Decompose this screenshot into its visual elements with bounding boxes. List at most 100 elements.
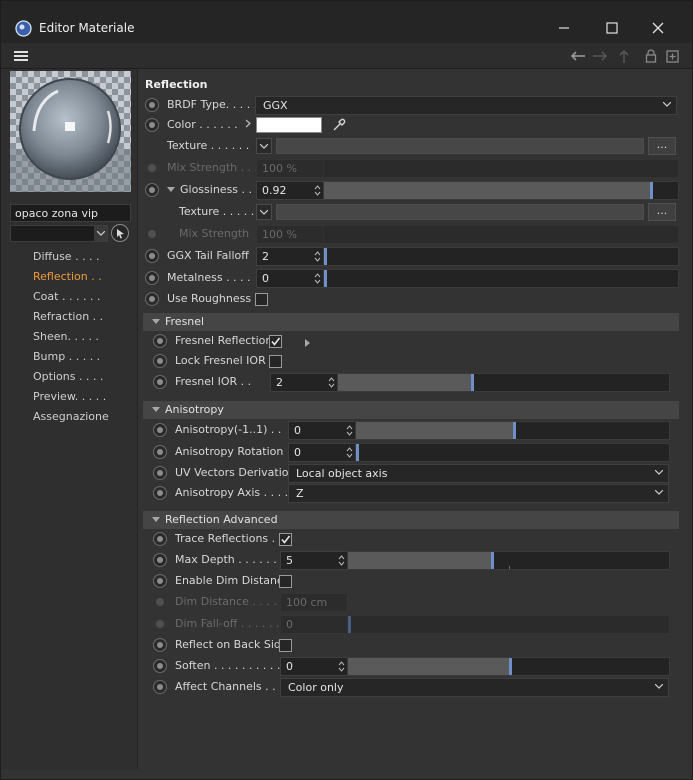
fresnel-ior-slider[interactable] [337, 373, 670, 392]
dim-falloff-slider-knob[interactable] [348, 616, 351, 633]
mix-strength-field[interactable]: 100 % [256, 159, 324, 178]
max-depth-slider[interactable] [347, 551, 670, 570]
animate-radio[interactable] [153, 659, 167, 673]
gloss-texture-menu-button[interactable] [256, 204, 272, 220]
anisotropy-slider-knob[interactable] [513, 422, 516, 439]
dim-falloff-slider[interactable] [347, 615, 670, 634]
anisotropy-slider[interactable] [355, 421, 670, 440]
glossiness-slider[interactable] [323, 181, 679, 200]
animate-radio[interactable] [153, 638, 167, 652]
animate-radio[interactable] [145, 118, 159, 132]
mix-strength-slider[interactable] [323, 159, 679, 178]
nav-item-options[interactable]: Options . . . . [33, 367, 109, 387]
animate-radio[interactable] [148, 230, 156, 238]
anisotropy-field[interactable]: 0 [288, 421, 356, 440]
trace-reflections-checkbox[interactable] [279, 533, 292, 546]
animate-radio[interactable] [145, 292, 159, 306]
color-swatch[interactable] [256, 117, 322, 133]
animate-radio[interactable] [145, 98, 159, 112]
fresnel-ior-field[interactable]: 2 [270, 373, 338, 392]
ggx-field[interactable]: 2 [256, 247, 324, 266]
lock-icon[interactable] [642, 47, 660, 65]
animate-radio[interactable] [153, 466, 167, 480]
nav-item-reflection[interactable]: Reflection . . [33, 267, 109, 287]
dim-distance-field[interactable]: 100 cm [280, 593, 348, 612]
animate-radio[interactable] [145, 183, 159, 197]
brdf-dropdown[interactable]: GGX [255, 96, 677, 115]
material-name-field[interactable]: opaco zona vip [10, 204, 131, 222]
forward-arrow-icon[interactable] [591, 47, 609, 65]
animate-radio[interactable] [153, 375, 167, 389]
animate-radio[interactable] [153, 680, 167, 694]
max-depth-field[interactable]: 5 [280, 551, 348, 570]
spinner-arrows-icon[interactable] [346, 424, 353, 437]
anisotropy-rotation-slider-knob[interactable] [356, 444, 359, 461]
nav-item-refraction[interactable]: Refraction . . [33, 307, 109, 327]
gloss-texture-slot[interactable] [276, 204, 644, 220]
affect-channels-dropdown[interactable]: Color only [280, 678, 669, 697]
soften-slider-knob[interactable] [509, 658, 512, 675]
spinner-arrows-icon[interactable] [314, 272, 321, 285]
minimize-button[interactable] [541, 13, 587, 43]
spinner-arrows-icon[interactable] [346, 446, 353, 459]
animate-radio[interactable] [153, 486, 167, 500]
glossiness-field[interactable]: 0.92 [256, 181, 324, 200]
nav-item-assegnazione[interactable]: Assegnazione [33, 407, 109, 427]
animate-radio[interactable] [153, 445, 167, 459]
title-bar[interactable]: Editor Materiale [1, 1, 692, 43]
back-side-checkbox[interactable] [279, 639, 292, 652]
nav-item-coat[interactable]: Coat . . . . . . [33, 287, 109, 307]
gloss-mix-field[interactable]: 100 % [256, 225, 324, 244]
animate-radio[interactable] [153, 423, 167, 437]
nav-item-bump[interactable]: Bump . . . . . [33, 347, 109, 367]
dim-falloff-field[interactable]: 0 [280, 615, 348, 634]
animate-radio[interactable] [153, 553, 167, 567]
soften-slider[interactable] [347, 657, 670, 676]
metalness-field[interactable]: 0 [256, 269, 324, 288]
ggx-slider-knob[interactable] [324, 248, 327, 265]
fresnel-section-header[interactable]: Fresnel [143, 313, 679, 331]
spinner-arrows-icon[interactable] [314, 184, 321, 197]
metalness-slider[interactable] [323, 269, 679, 288]
ggx-slider[interactable] [323, 247, 679, 266]
back-arrow-icon[interactable] [569, 47, 587, 65]
gloss-texture-browse-button[interactable]: ... [648, 203, 676, 221]
glossiness-slider-knob[interactable] [650, 182, 653, 199]
texture-browse-button[interactable]: ... [648, 137, 676, 155]
eyedropper-icon[interactable] [331, 117, 347, 133]
enable-dim-checkbox[interactable] [279, 575, 292, 588]
animate-radio[interactable] [153, 334, 167, 348]
gloss-mix-slider[interactable] [323, 225, 679, 244]
anisotropy-axis-dropdown[interactable]: Z [288, 484, 669, 503]
up-arrow-icon[interactable] [615, 47, 633, 65]
pick-object-icon[interactable] [111, 224, 129, 242]
nav-item-diffuse[interactable]: Diffuse . . . . [33, 247, 109, 267]
lock-fresnel-checkbox[interactable] [269, 355, 282, 368]
fresnel-reflections-checkbox[interactable] [269, 335, 282, 348]
close-button[interactable] [635, 13, 681, 43]
animate-radio[interactable] [153, 354, 167, 368]
spinner-arrows-icon[interactable] [328, 376, 335, 389]
soften-field[interactable]: 0 [280, 657, 348, 676]
animate-radio[interactable] [145, 271, 159, 285]
animate-radio[interactable] [145, 249, 159, 263]
spinner-arrows-icon[interactable] [314, 250, 321, 263]
animate-radio[interactable] [148, 164, 156, 172]
spinner-arrows-icon[interactable] [338, 554, 345, 567]
animate-radio[interactable] [156, 598, 164, 606]
anisotropy-rotation-field[interactable]: 0 [288, 443, 356, 462]
texture-menu-button[interactable] [256, 138, 272, 154]
new-panel-icon[interactable] [663, 47, 681, 65]
nav-item-sheen[interactable]: Sheen. . . . . [33, 327, 109, 347]
material-preview[interactable] [10, 71, 131, 192]
maximize-button[interactable] [589, 13, 635, 43]
material-tag-dropdown[interactable] [10, 225, 108, 242]
anisotropy-rotation-slider[interactable] [355, 443, 670, 462]
texture-slot[interactable] [276, 138, 644, 154]
metalness-slider-knob[interactable] [324, 270, 327, 287]
reflection-advanced-section-header[interactable]: Reflection Advanced [143, 511, 679, 529]
expand-triangle-icon[interactable] [167, 187, 175, 192]
hamburger-menu-icon[interactable] [12, 47, 30, 65]
animate-radio[interactable] [153, 574, 167, 588]
spinner-arrows-icon[interactable] [338, 660, 345, 673]
